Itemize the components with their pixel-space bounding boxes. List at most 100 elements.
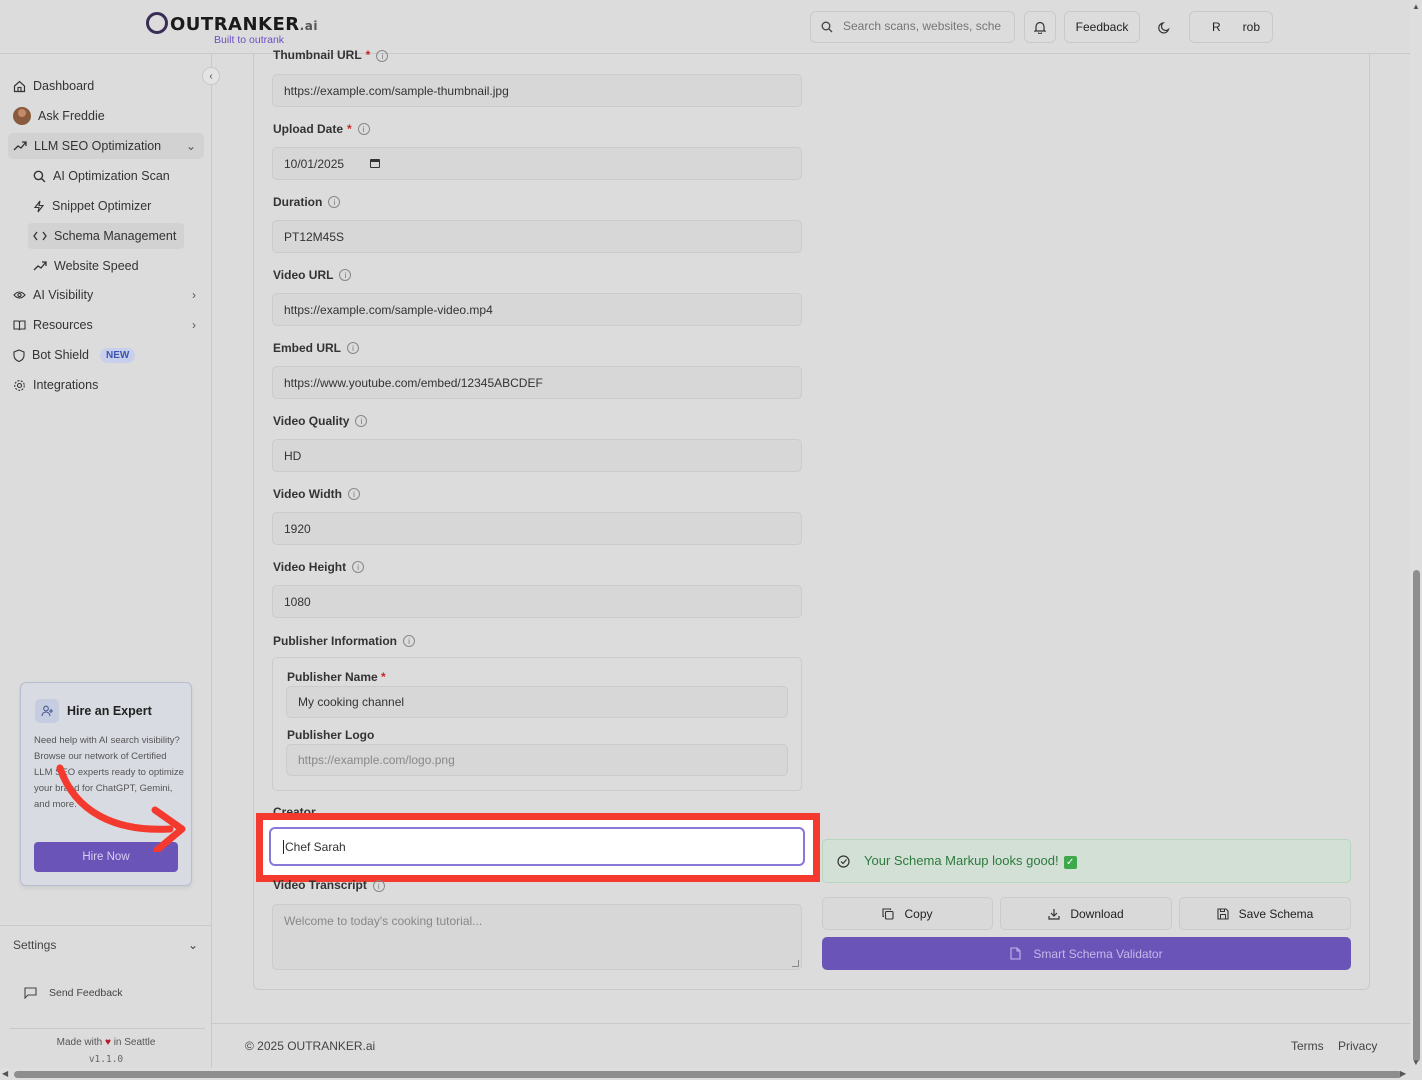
terms-link[interactable]: Terms bbox=[1291, 1039, 1324, 1053]
logo-tagline: Built to outrank bbox=[214, 34, 285, 46]
horizontal-scrollbar-thumb[interactable] bbox=[14, 1071, 1402, 1078]
user-menu-button[interactable]: R rob bbox=[1189, 11, 1273, 43]
settings-toggle[interactable]: Settings ⌄ bbox=[13, 938, 198, 952]
upload-date-label: Upload Date * i bbox=[273, 122, 370, 136]
publisher-logo-field[interactable]: https://example.com/logo.png bbox=[286, 744, 788, 776]
info-icon: i bbox=[376, 50, 389, 62]
scroll-right-arrow-icon[interactable]: ▶ bbox=[1400, 1069, 1406, 1078]
vertical-scrollbar-thumb[interactable] bbox=[1413, 570, 1420, 1062]
privacy-link[interactable]: Privacy bbox=[1338, 1039, 1377, 1053]
sidebar-item-snippet-optimizer[interactable]: Snippet Optimizer bbox=[28, 193, 151, 219]
info-icon: i bbox=[348, 488, 360, 500]
logo-mark-icon bbox=[146, 12, 168, 34]
video-url-field[interactable]: https://example.com/sample-video.mp4 bbox=[272, 293, 802, 326]
collapse-sidebar-button[interactable]: ‹ bbox=[202, 67, 220, 85]
made-in-seattle: Made with ♥ in Seattle bbox=[56, 1037, 156, 1048]
embed-url-label: Embed URL i bbox=[273, 341, 360, 355]
bell-icon bbox=[1034, 21, 1046, 34]
scroll-left-arrow-icon[interactable]: ◀ bbox=[2, 1069, 8, 1078]
sidebar-item-website-speed[interactable]: Website Speed bbox=[28, 253, 139, 279]
sidebar-item-label: Bot Shield bbox=[32, 348, 89, 362]
creator-field[interactable]: Chef Sarah bbox=[269, 827, 805, 866]
hire-title: Hire an Expert bbox=[67, 704, 152, 718]
info-icon: i bbox=[355, 415, 368, 427]
notifications-button[interactable] bbox=[1024, 11, 1056, 43]
video-quality-label: Video Quality i bbox=[273, 414, 368, 428]
top-header: OUTRANKER.ai Built to outrank Feedback R… bbox=[0, 0, 1422, 54]
publisher-name-label: Publisher Name * bbox=[287, 670, 386, 684]
send-feedback-label: Send Feedback bbox=[49, 987, 123, 999]
smart-schema-validator-button[interactable]: Smart Schema Validator bbox=[822, 937, 1351, 970]
eye-icon bbox=[13, 291, 26, 299]
search-input[interactable] bbox=[843, 19, 1008, 33]
sidebar-divider bbox=[10, 1028, 205, 1029]
sidebar-item-dashboard[interactable]: Dashboard bbox=[8, 73, 94, 99]
thumbnail-url-field[interactable]: https://example.com/sample-thumbnail.jpg bbox=[272, 74, 802, 107]
publisher-logo-label: Publisher Logo bbox=[287, 728, 375, 742]
duration-field[interactable]: PT12M45S bbox=[272, 220, 802, 253]
chevron-right-icon: › bbox=[192, 288, 196, 302]
trending-up-icon bbox=[13, 141, 27, 151]
schema-status-banner: Your Schema Markup looks good! ✓ bbox=[822, 839, 1351, 883]
save-schema-button[interactable]: Save Schema bbox=[1179, 897, 1351, 930]
logo-suffix: .ai bbox=[299, 19, 318, 33]
search-box[interactable] bbox=[810, 11, 1015, 43]
chevron-down-icon: ⌄ bbox=[187, 938, 198, 952]
video-height-field[interactable]: 1080 bbox=[272, 585, 802, 618]
sidebar-item-label: Dashboard bbox=[33, 79, 95, 93]
video-width-field[interactable]: 1920 bbox=[272, 512, 802, 545]
user-initial: R bbox=[1212, 20, 1221, 34]
code-icon bbox=[33, 231, 47, 241]
sidebar-item-label: Snippet Optimizer bbox=[52, 199, 152, 213]
sidebar-divider bbox=[0, 925, 212, 926]
scroll-down-arrow-icon[interactable]: ▼ bbox=[1412, 1058, 1420, 1067]
bolt-icon bbox=[33, 200, 45, 212]
sidebar-item-bot-shield[interactable]: Bot Shield NEW bbox=[8, 342, 136, 368]
calendar-icon[interactable] bbox=[370, 159, 381, 168]
transcript-label: Video Transcript i bbox=[273, 879, 385, 892]
video-quality-field[interactable]: HD bbox=[272, 439, 802, 472]
chevron-down-icon: ⌄ bbox=[185, 139, 196, 153]
embed-url-field[interactable]: https://www.youtube.com/embed/12345ABCDE… bbox=[272, 366, 802, 399]
sidebar-item-resources[interactable]: Resources › bbox=[8, 312, 204, 338]
info-icon: i bbox=[339, 269, 352, 281]
message-icon bbox=[24, 987, 37, 999]
theme-toggle-button[interactable] bbox=[1148, 11, 1180, 43]
text-cursor bbox=[283, 839, 284, 854]
gear-icon bbox=[14, 379, 25, 391]
sidebar-item-ask-freddie[interactable]: Ask Freddie bbox=[8, 103, 105, 129]
sidebar-item-label: Schema Management bbox=[54, 229, 177, 243]
sidebar-item-label: Website Speed bbox=[54, 259, 139, 273]
sidebar-item-ai-visibility[interactable]: AI Visibility › bbox=[8, 282, 204, 308]
search-icon bbox=[821, 21, 833, 33]
sidebar-item-integrations[interactable]: Integrations bbox=[8, 372, 98, 398]
feedback-button[interactable]: Feedback bbox=[1064, 11, 1140, 43]
info-icon: i bbox=[347, 342, 360, 354]
sidebar-item-label: Ask Freddie bbox=[38, 109, 105, 123]
home-icon bbox=[13, 80, 26, 92]
copyright: © 2025 OUTRANKER.ai bbox=[245, 1039, 376, 1053]
upload-date-field[interactable]: 10/01/2025 bbox=[272, 147, 802, 180]
info-icon: i bbox=[403, 635, 416, 647]
duration-label: Duration i bbox=[273, 195, 341, 209]
trending-up-icon bbox=[33, 261, 47, 271]
thumbnail-label: Thumbnail URL * i bbox=[273, 48, 389, 62]
book-icon bbox=[13, 320, 26, 331]
sidebar-item-schema-management[interactable]: Schema Management bbox=[28, 223, 184, 249]
sidebar-item-ai-optimization-scan[interactable]: AI Optimization Scan bbox=[28, 163, 170, 189]
send-feedback-link[interactable]: Send Feedback bbox=[24, 987, 123, 999]
copy-button[interactable]: Copy bbox=[822, 897, 993, 930]
transcript-textarea[interactable]: Welcome to today's cooking tutorial... bbox=[272, 904, 802, 970]
info-icon: i bbox=[328, 196, 341, 208]
scroll-up-arrow-icon[interactable]: ▲ bbox=[1412, 2, 1420, 11]
user-name: rob bbox=[1242, 20, 1261, 34]
publisher-name-field[interactable]: My cooking channel bbox=[286, 686, 788, 718]
resize-handle-icon[interactable] bbox=[792, 960, 799, 967]
copy-icon bbox=[882, 907, 895, 920]
check-circle-icon bbox=[837, 854, 850, 868]
download-button[interactable]: Download bbox=[1000, 897, 1172, 930]
annotation-arrow-icon bbox=[56, 764, 186, 852]
sidebar-item-llm-seo[interactable]: LLM SEO Optimization ⌄ bbox=[8, 133, 204, 159]
moon-icon bbox=[1157, 21, 1170, 33]
video-height-label: Video Height i bbox=[273, 560, 365, 574]
